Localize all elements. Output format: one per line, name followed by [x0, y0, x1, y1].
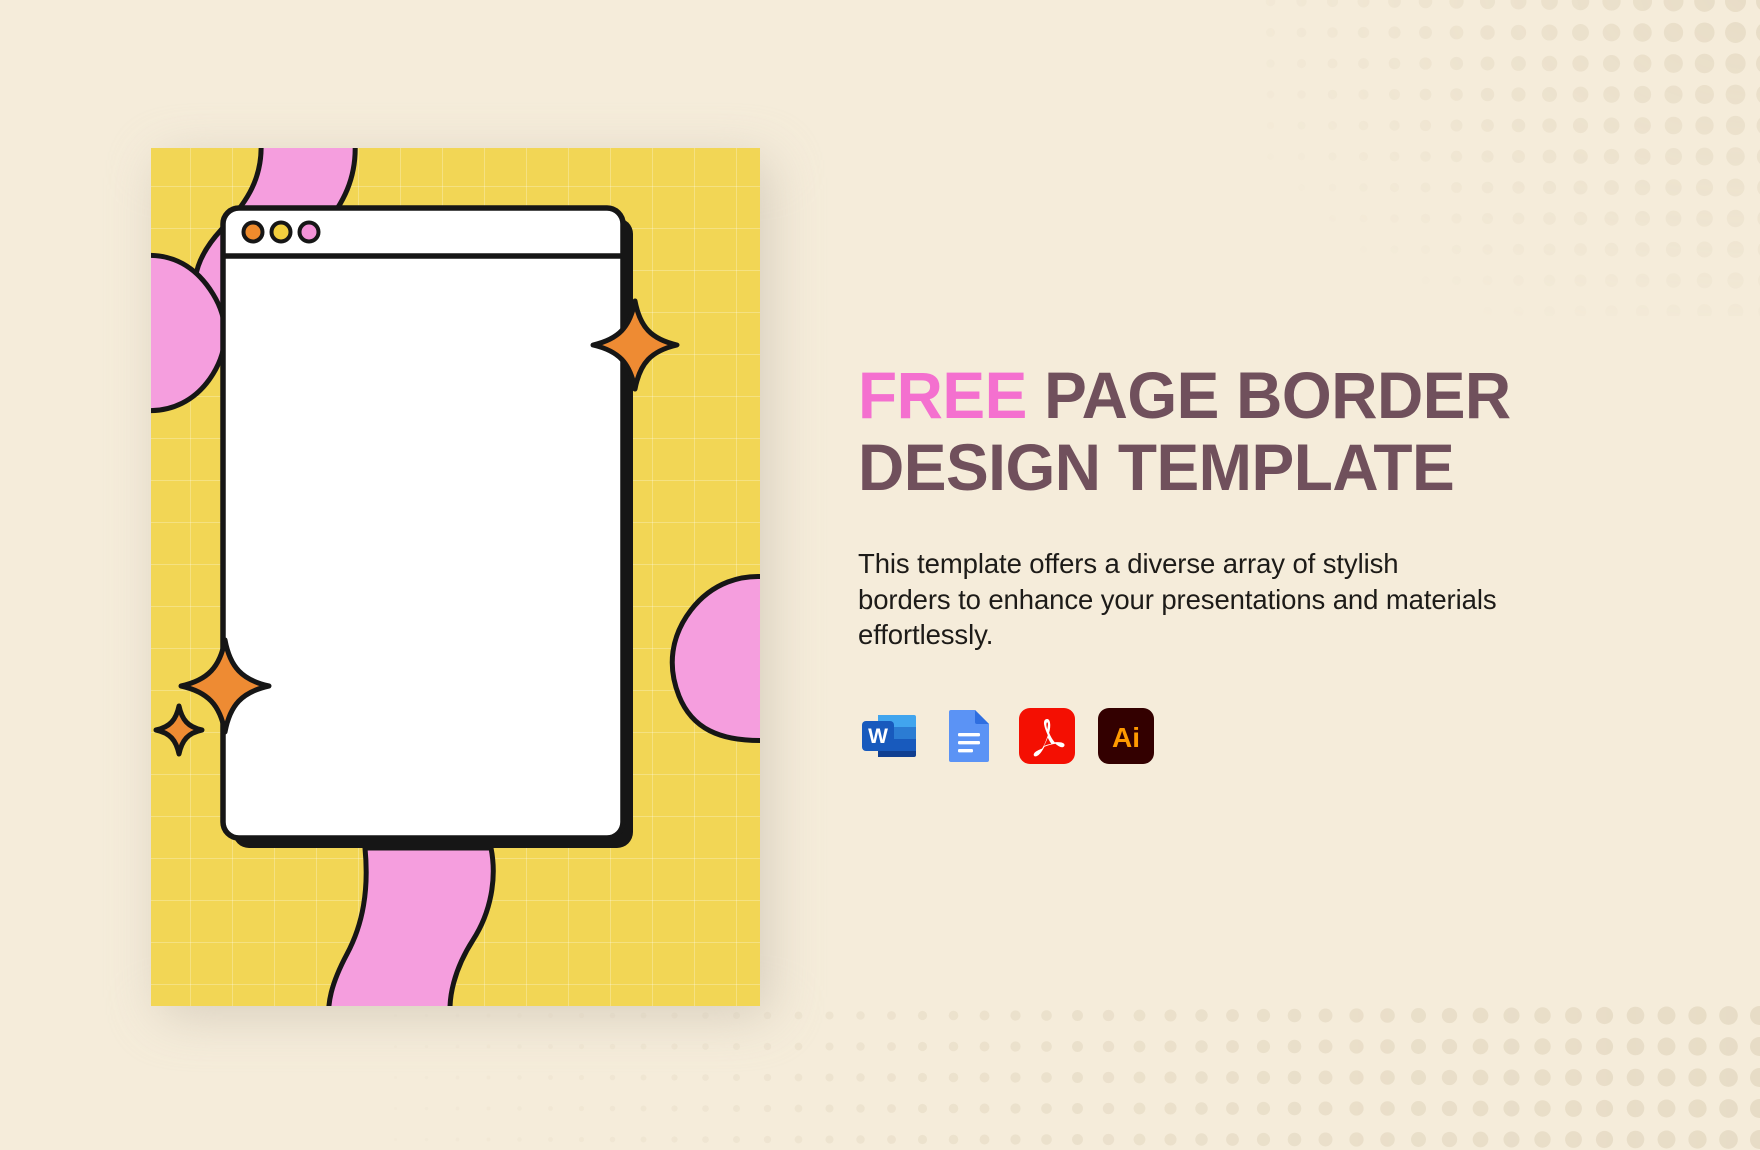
adobe-illustrator-icon[interactable]: Ai [1095, 705, 1157, 767]
svg-text:Ai: Ai [1112, 722, 1140, 753]
pdf-icon[interactable] [1016, 705, 1078, 767]
window-dot-pink [297, 220, 321, 244]
page-title: FREE PAGE BORDER DESIGN TEMPLATE [858, 358, 1576, 504]
window-dot-yellow [269, 220, 293, 244]
sparkle-bottom-left-small [153, 703, 205, 757]
google-docs-icon[interactable] [937, 705, 999, 767]
poster-stage: FREE PAGE BORDER DESIGN TEMPLATE This te… [0, 0, 1760, 1149]
halftone-dots-bottom [380, 1000, 1760, 1150]
browser-window [220, 205, 626, 841]
copy-column: FREE PAGE BORDER DESIGN TEMPLATE This te… [858, 358, 1598, 767]
svg-text:W: W [868, 725, 888, 748]
ribbon-bottom [326, 845, 496, 1006]
ribbon-right [669, 574, 760, 744]
file-format-list: W Ai [858, 705, 1598, 767]
description-text: This template offers a diverse array of … [858, 547, 1497, 651]
headline-highlight: FREE [858, 358, 1027, 432]
microsoft-word-icon[interactable]: W [858, 705, 920, 767]
halftone-dots-top-right [1255, 0, 1760, 316]
window-dot-orange [241, 220, 265, 244]
poster-artwork [151, 148, 760, 1006]
page-border-poster [151, 148, 760, 1006]
